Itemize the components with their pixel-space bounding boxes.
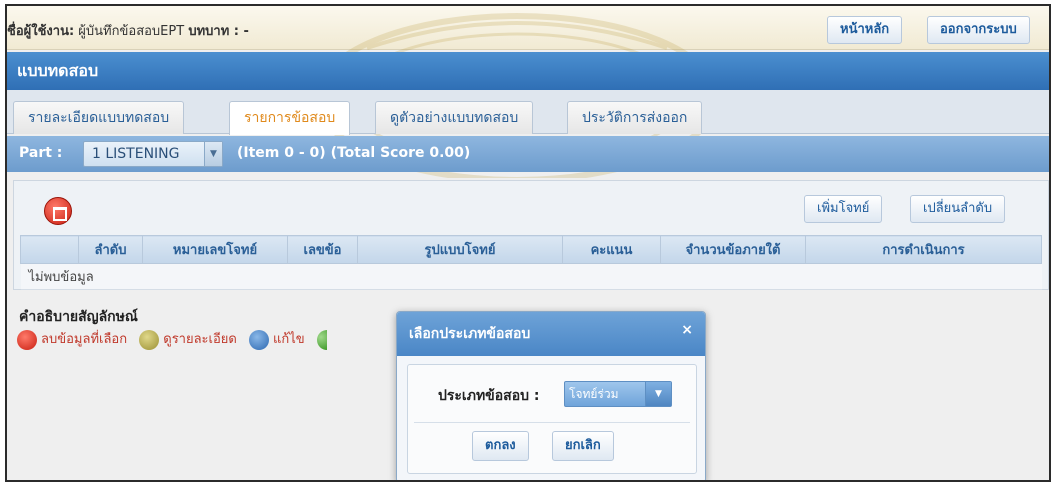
delete-icon[interactable] [44, 197, 72, 225]
column-item-number[interactable]: เลขข้อ [287, 235, 358, 264]
top-bar: ชื่อผู้ใช้งาน: ผู้บันทึกข้อสอบEPT บทบาท … [7, 6, 1049, 178]
column-actions[interactable]: การดำเนินการ [805, 235, 1042, 264]
part-label: Part : [19, 145, 63, 161]
legend: ลบข้อมูลที่เลือก ดูรายละเอียด แก้ไข [17, 328, 331, 354]
delete-icon [17, 329, 37, 350]
question-type-label: ประเภทข้อสอบ : [438, 388, 540, 404]
view-details-icon [139, 329, 160, 350]
tab-bar: รายละเอียดแบบทดสอบ รายการข้อสอบ ดูตัวอย่… [7, 90, 1049, 135]
close-icon[interactable]: × [681, 308, 693, 352]
part-select-value: 1 LISTENING [92, 146, 180, 162]
column-score[interactable]: คะแนน [562, 235, 661, 264]
legend-title: คำอธิบายสัญลักษณ์ [19, 309, 138, 325]
legend-item-edit: แก้ไข [249, 329, 309, 350]
tab-export-history[interactable]: ประวัติการส่งออก [567, 101, 703, 134]
part-item-info: (Item 0 - 0) (Total Score 0.00) [237, 145, 471, 161]
column-sub-item-count[interactable]: จำนวนข้อภายใต้ [660, 235, 806, 264]
question-type-select[interactable]: โจทย์ร่วม ▼ [564, 381, 672, 407]
user-info: ชื่อผู้ใช้งาน: ผู้บันทึกข้อสอบEPT บทบาท … [7, 20, 249, 41]
app-window: ชื่อผู้ใช้งาน: ผู้บันทึกข้อสอบEPT บทบาท … [5, 4, 1051, 482]
logout-button[interactable]: ออกจากระบบ [927, 16, 1030, 44]
page-title: แบบทดสอบ [7, 52, 1049, 90]
partial-icon [316, 329, 327, 350]
dialog-title: เลือกประเภทข้อสอบ [409, 326, 531, 342]
items-table: ลำดับ หมายเลขโจทย์ เลขข้อ รูปแบบโจทย์ คะ… [20, 235, 1042, 290]
reorder-button[interactable]: เปลี่ยนลำดับ [910, 195, 1006, 223]
dialog-header: เลือกประเภทข้อสอบ × [397, 312, 705, 356]
question-type-value: โจทย์ร่วม [569, 387, 619, 401]
add-question-button[interactable]: เพิ่มโจทย์ [804, 195, 883, 223]
user-name: ผู้บันทึกข้อสอบEPT [78, 24, 185, 39]
user-label: ชื่อผู้ใช้งาน: [7, 24, 75, 39]
column-select[interactable] [20, 235, 79, 264]
edit-icon [249, 329, 269, 350]
cancel-button[interactable]: ยกเลิก [552, 431, 614, 461]
select-question-type-dialog: เลือกประเภทข้อสอบ × ประเภทข้อสอบ : โจทย์… [396, 311, 706, 480]
column-order[interactable]: ลำดับ [78, 235, 143, 264]
legend-item-view: ดูรายละเอียด [139, 329, 241, 350]
chevron-down-icon[interactable]: ▼ [645, 382, 671, 406]
legend-item-delete: ลบข้อมูลที่เลือก [17, 329, 131, 350]
legend-label: ลบข้อมูลที่เลือก [41, 332, 128, 347]
ok-button[interactable]: ตกลง [472, 431, 529, 461]
table-header-row: ลำดับ หมายเลขโจทย์ เลขข้อ รูปแบบโจทย์ คะ… [20, 235, 1042, 264]
item-list-panel: เพิ่มโจทย์ เปลี่ยนลำดับ ลำดับ หมายเลขโจท… [13, 180, 1049, 290]
home-button[interactable]: หน้าหลัก [827, 16, 903, 44]
empty-message: ไม่พบข้อมูล [20, 263, 1042, 290]
column-question-number[interactable]: หมายเลขโจทย์ [142, 235, 288, 264]
legend-label: ดูรายละเอียด [163, 332, 237, 347]
legend-label: แก้ไข [273, 332, 305, 347]
tab-test-details[interactable]: รายละเอียดแบบทดสอบ [13, 101, 185, 134]
role-label: บทบาท : - [188, 24, 249, 39]
table-row: ไม่พบข้อมูล [20, 263, 1042, 290]
chevron-down-icon[interactable]: ▼ [204, 142, 222, 166]
part-bar: Part : 1 LISTENING ▼ (Item 0 - 0) (Total… [7, 136, 1049, 172]
tab-test-preview[interactable]: ดูตัวอย่างแบบทดสอบ [375, 101, 534, 134]
tab-item-list[interactable]: รายการข้อสอบ [229, 101, 351, 135]
dialog-body: ประเภทข้อสอบ : โจทย์ร่วม ▼ ตกลง ยกเลิก [407, 364, 697, 474]
column-question-type[interactable]: รูปแบบโจทย์ [357, 235, 563, 264]
divider [414, 422, 690, 423]
part-select[interactable]: 1 LISTENING ▼ [83, 141, 223, 167]
